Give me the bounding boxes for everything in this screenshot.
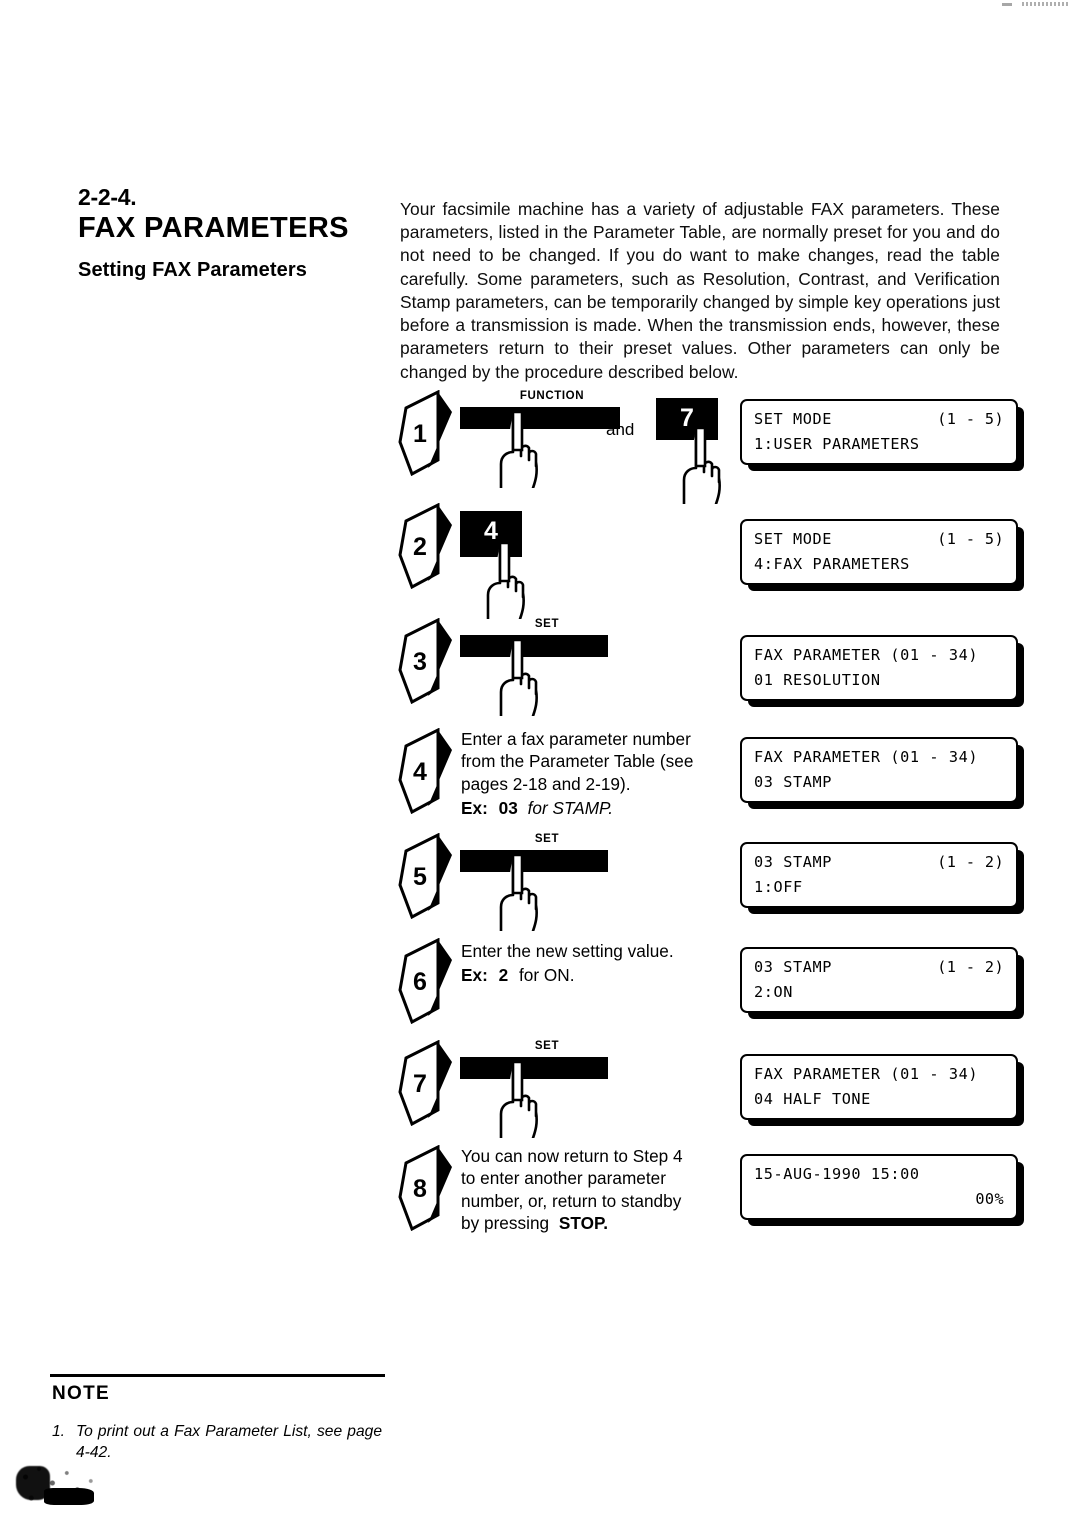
lcd-5-line1-right: (1 - 2) xyxy=(937,853,1004,871)
section-number: 2-2-4. xyxy=(78,184,137,210)
step-8-stop-key: STOP. xyxy=(558,1213,609,1234)
step-8-line4: by pressing STOP. xyxy=(461,1212,729,1234)
lcd-7-line2: 04 HALF TONE xyxy=(754,1090,871,1108)
scan-artifact-smudge xyxy=(14,1462,110,1512)
step-number-7: 7 xyxy=(413,1070,427,1098)
step-number-5: 5 xyxy=(413,863,427,891)
note-divider xyxy=(50,1374,385,1377)
pressing-hand-icon-4 xyxy=(493,640,555,716)
step-row-6: 6 Enter the new setting value. Ex: 2 for… xyxy=(398,938,1038,1038)
pressing-hand-icon xyxy=(493,412,555,488)
step-row-1: 1 FUNCTION and 7 SET MODE (1 - 5) 1:USER… xyxy=(398,390,1038,504)
step-marker-5: 5 xyxy=(398,833,460,919)
lcd-6-line1-right: (1 - 2) xyxy=(937,958,1004,976)
pressing-hand-icon-6 xyxy=(493,1062,555,1138)
lcd-4-line2: 03 STAMP xyxy=(754,773,832,791)
step-marker-3: 3 xyxy=(398,618,460,704)
note-item: 1. To print out a Fax Parameter List, se… xyxy=(52,1422,382,1463)
lcd-2-line2: 4:FAX PARAMETERS xyxy=(754,555,910,573)
lcd-6-line2: 2:ON xyxy=(754,983,793,1001)
step-marker-7: 7 xyxy=(398,1040,460,1126)
step-marker-8: 8 xyxy=(398,1145,460,1231)
step-6-ex-label: Ex: xyxy=(461,965,488,986)
lcd-8-line1: 15-AUG-1990 15:00 xyxy=(754,1165,920,1183)
lcd-1-line1-right: (1 - 5) xyxy=(937,410,1004,428)
key-label-set-7: SET xyxy=(534,1040,560,1052)
step-number-2: 2 xyxy=(413,533,427,561)
step-row-3: 3 SET FAX PARAMETER (01 - 34) 01 RESOLUT… xyxy=(398,618,1038,730)
step-row-8: 8 You can now return to Step 4 to enter … xyxy=(398,1145,1038,1255)
step-marker-2: 2 xyxy=(398,503,460,589)
step-row-5: 5 SET 03 STAMP (1 - 2) 1:OFF xyxy=(398,833,1038,941)
pressing-hand-icon-3 xyxy=(480,543,542,619)
step-4-line3: pages 2-18 and 2-19). xyxy=(461,773,631,794)
step-4-ex-label: Ex: xyxy=(461,798,488,819)
heading-column: 2-2-4. FAX PARAMETERS Setting FAX Parame… xyxy=(78,184,378,282)
lcd-display-6: 03 STAMP (1 - 2) 2:ON xyxy=(740,947,1018,1013)
step-6-ex-value: 2 xyxy=(498,965,509,986)
scan-artifact-top-secondary xyxy=(1002,3,1012,6)
step-4-instruction: Enter a fax parameter number from the Pa… xyxy=(461,728,721,819)
key-label-function: FUNCTION xyxy=(519,390,585,402)
lcd-8-line2-right: 00% xyxy=(975,1190,1004,1208)
step-number-3: 3 xyxy=(413,648,427,676)
lcd-7-line1: FAX PARAMETER (01 - 34) xyxy=(754,1065,979,1083)
step-marker-6: 6 xyxy=(398,938,460,1024)
pressing-hand-icon-5 xyxy=(493,855,555,931)
step-row-4: 4 Enter a fax parameter number from the … xyxy=(398,728,1038,836)
lcd-2-line1-right: (1 - 5) xyxy=(937,530,1004,548)
lcd-display-5: 03 STAMP (1 - 2) 1:OFF xyxy=(740,842,1018,908)
step-4-ex-value: 03 xyxy=(498,798,518,819)
step-4-ex-tail: for STAMP. xyxy=(527,798,614,819)
document-page: 2-2-4. FAX PARAMETERS Setting FAX Parame… xyxy=(0,0,1080,1518)
step-8-line2: to enter another parameter xyxy=(461,1168,666,1189)
lcd-display-7: FAX PARAMETER (01 - 34) 04 HALF TONE xyxy=(740,1054,1018,1120)
step-6-ex-tail: for ON. xyxy=(519,965,575,986)
step-row-2: 2 4 SET MODE (1 - 5) 4:FAX PARAMETERS xyxy=(398,503,1038,619)
step-number-6: 6 xyxy=(413,968,427,996)
intro-paragraph: Your facsimile machine has a variety of … xyxy=(400,199,1000,382)
note-heading: NOTE xyxy=(52,1383,110,1404)
lcd-display-3: FAX PARAMETER (01 - 34) 01 RESOLUTION xyxy=(740,635,1018,701)
lcd-5-line2: 1:OFF xyxy=(754,878,803,896)
step-number-4: 4 xyxy=(413,758,427,786)
page-subtitle: Setting FAX Parameters xyxy=(78,258,307,281)
step-8-instruction: You can now return to Step 4 to enter an… xyxy=(461,1145,729,1234)
conjunction-and: and xyxy=(606,420,635,439)
lcd-display-8: 15-AUG-1990 15:00 00% xyxy=(740,1154,1018,1220)
step-4-example: Ex: 03 for STAMP. xyxy=(461,797,721,819)
key-label-set-3: SET xyxy=(534,618,560,630)
numeric-key-4-glyph: 4 xyxy=(484,517,498,545)
step-number-1: 1 xyxy=(413,420,427,448)
lcd-display-4: FAX PARAMETER (01 - 34) 03 STAMP xyxy=(740,737,1018,803)
step-marker-1: 1 xyxy=(398,390,460,476)
step-6-line1: Enter the new setting value. xyxy=(461,941,674,961)
key-label-set-5: SET xyxy=(534,833,560,845)
lcd-4-line1: FAX PARAMETER (01 - 34) xyxy=(754,748,979,766)
lcd-1-line2: 1:USER PARAMETERS xyxy=(754,435,920,453)
step-row-7: 7 SET FAX PARAMETER (01 - 34) 04 HALF TO… xyxy=(398,1040,1038,1148)
note-item-text: To print out a Fax Parameter List, see p… xyxy=(76,1423,382,1461)
scan-artifact-top xyxy=(1022,2,1068,6)
step-4-line1: Enter a fax parameter number xyxy=(461,729,691,749)
note-item-number: 1. xyxy=(52,1423,66,1440)
lcd-3-line2: 01 RESOLUTION xyxy=(754,671,881,689)
page-title: FAX PARAMETERS xyxy=(78,211,349,244)
step-4-line2: from the Parameter Table (see xyxy=(461,751,694,772)
step-number-8: 8 xyxy=(413,1175,427,1203)
pressing-hand-icon-2 xyxy=(676,428,738,504)
lcd-display-1: SET MODE (1 - 5) 1:USER PARAMETERS xyxy=(740,399,1018,465)
step-marker-4: 4 xyxy=(398,728,460,814)
step-8-line1: You can now return to Step 4 xyxy=(461,1146,683,1166)
step-6-example: Ex: 2 for ON. xyxy=(461,964,721,986)
step-6-instruction: Enter the new setting value. Ex: 2 for O… xyxy=(461,940,721,987)
step-8-line3: number, or, return to standby xyxy=(461,1190,682,1211)
lcd-3-line1: FAX PARAMETER (01 - 34) xyxy=(754,646,979,664)
step-8-line4-text: by pressing xyxy=(461,1213,550,1234)
lcd-display-2: SET MODE (1 - 5) 4:FAX PARAMETERS xyxy=(740,519,1018,585)
